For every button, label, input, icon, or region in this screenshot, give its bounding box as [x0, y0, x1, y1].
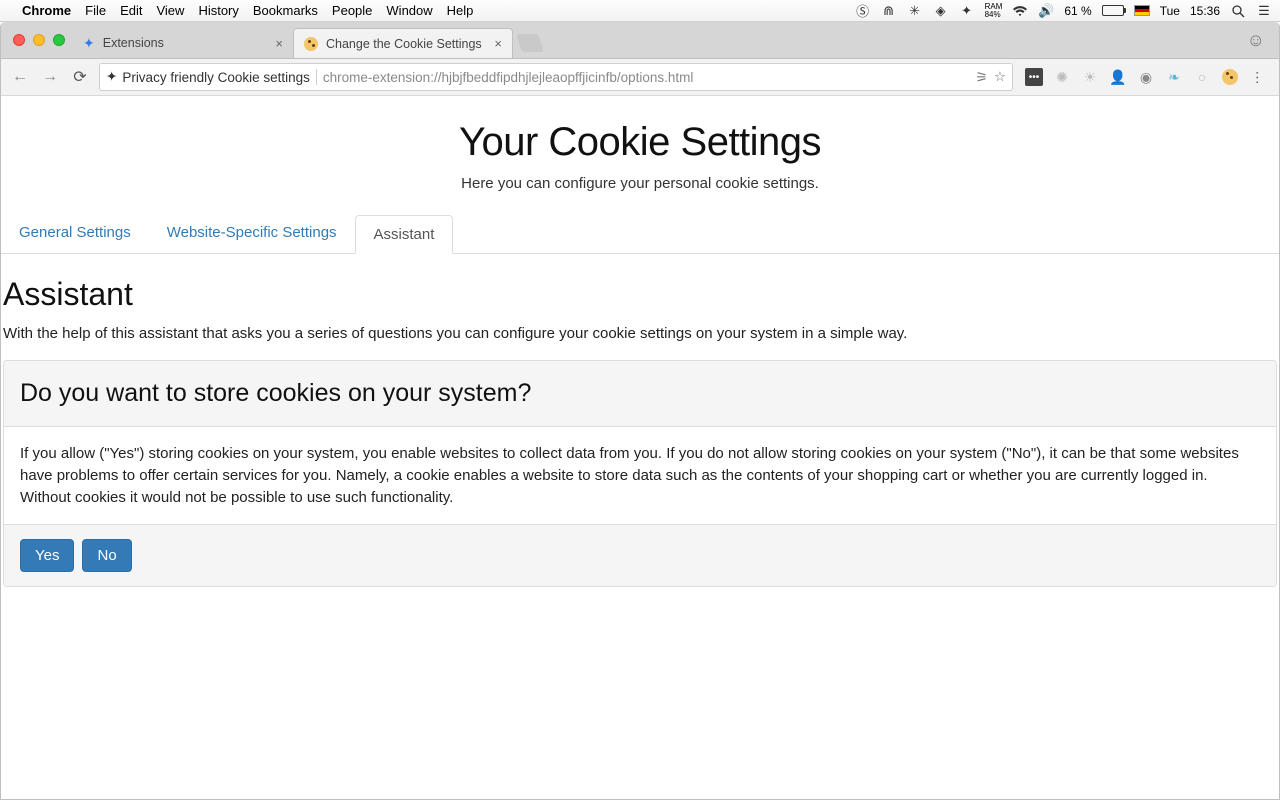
chrome-menu-button[interactable]: ⋯ — [1249, 68, 1267, 86]
yes-button[interactable]: Yes — [20, 539, 74, 572]
wifi-icon[interactable] — [1012, 3, 1028, 19]
skype-icon[interactable]: Ⓢ — [855, 3, 871, 19]
cookie-icon — [304, 37, 318, 51]
tab-close-button[interactable]: × — [494, 36, 502, 51]
ext-cookie-icon[interactable] — [1221, 68, 1239, 86]
tab-close-button[interactable]: × — [275, 36, 283, 51]
new-tab-button[interactable] — [516, 34, 544, 52]
wifi-signal-icon[interactable]: ◈ — [933, 3, 949, 19]
notification-center-icon[interactable]: ☰ — [1256, 3, 1272, 19]
extension-icons: ••• ✺ ☀ 👤 ◉ ❧ ○ ⋯ — [1021, 68, 1271, 86]
spotlight-icon[interactable] — [1230, 3, 1246, 19]
tab-title: Change the Cookie Settings — [326, 37, 482, 51]
window-zoom-button[interactable] — [53, 34, 65, 46]
page-subtitle: Here you can configure your personal coo… — [1, 175, 1279, 192]
clock-day[interactable]: Tue — [1160, 4, 1180, 18]
no-button[interactable]: No — [82, 539, 131, 572]
chrome-window: ✦ Extensions × Change the Cookie Settings… — [0, 22, 1280, 800]
reload-button[interactable]: ⟳ — [69, 66, 91, 88]
ext-circle-icon[interactable]: ○ — [1193, 68, 1211, 86]
ext-globe-icon[interactable]: ◉ — [1137, 68, 1155, 86]
menu-window[interactable]: Window — [386, 3, 432, 18]
tab-assistant[interactable]: Assistant — [355, 215, 454, 254]
extension-puzzle-icon: ✦ — [106, 69, 117, 85]
section-lead-text: With the help of this assistant that ask… — [3, 325, 1277, 342]
menu-people[interactable]: People — [332, 3, 372, 18]
page-title: Your Cookie Settings — [1, 120, 1279, 165]
forward-button[interactable]: → — [39, 66, 61, 88]
headphones-icon[interactable]: ⋒ — [881, 3, 897, 19]
browser-tab-cookie-settings[interactable]: Change the Cookie Settings × — [293, 28, 513, 58]
browser-toolbar: ← → ⟳ ✦ Privacy friendly Cookie settings… — [1, 58, 1279, 96]
section-heading: Assistant — [3, 276, 1279, 313]
panel-body-text: If you allow ("Yes") storing cookies on … — [4, 427, 1276, 524]
menu-help[interactable]: Help — [447, 3, 474, 18]
panel-footer: Yes No — [4, 524, 1276, 586]
translate-icon[interactable]: ⚞ — [975, 69, 988, 86]
menu-edit[interactable]: Edit — [120, 3, 142, 18]
ext-grid-icon[interactable]: ••• — [1025, 68, 1043, 86]
ext-leaf-icon[interactable]: ❧ — [1165, 68, 1183, 86]
page-content: Your Cookie Settings Here you can config… — [1, 120, 1279, 587]
puzzle-icon: ✦ — [83, 35, 95, 52]
avast-icon[interactable]: ✳ — [907, 3, 923, 19]
evernote-icon[interactable]: ✦ — [959, 3, 975, 19]
window-minimize-button[interactable] — [33, 34, 45, 46]
menu-bookmarks[interactable]: Bookmarks — [253, 3, 318, 18]
address-bar[interactable]: ✦ Privacy friendly Cookie settings chrom… — [99, 63, 1013, 91]
site-identity-label: Privacy friendly Cookie settings — [122, 70, 310, 85]
profile-avatar-button[interactable]: ☺ — [1247, 30, 1265, 51]
url-text: chrome-extension://hjbjfbeddfipdhjlejlea… — [323, 70, 693, 85]
menu-view[interactable]: View — [156, 3, 184, 18]
ext-person-icon[interactable]: 👤 — [1109, 68, 1127, 86]
volume-icon[interactable]: 🔊 — [1038, 3, 1054, 19]
window-close-button[interactable] — [13, 34, 25, 46]
app-menu[interactable]: Chrome — [22, 3, 71, 18]
tab-general-settings[interactable]: General Settings — [1, 214, 149, 253]
battery-icon[interactable] — [1102, 5, 1124, 16]
macos-menubar: Chrome File Edit View History Bookmarks … — [0, 0, 1280, 22]
ext-bell-icon[interactable]: ✺ — [1053, 68, 1071, 86]
battery-percent: 61 % — [1064, 4, 1091, 18]
tab-strip: ✦ Extensions × Change the Cookie Settings… — [1, 22, 1279, 58]
input-source-flag-icon[interactable] — [1134, 5, 1150, 16]
assistant-panel: Do you want to store cookies on your sys… — [3, 360, 1277, 587]
browser-tab-extensions[interactable]: ✦ Extensions × — [73, 28, 293, 58]
ram-monitor[interactable]: RAM84% — [985, 3, 1003, 19]
ext-sun-icon[interactable]: ☀ — [1081, 68, 1099, 86]
clock-time[interactable]: 15:36 — [1190, 4, 1220, 18]
tab-title: Extensions — [103, 36, 164, 50]
back-button[interactable]: ← — [9, 66, 31, 88]
window-controls — [7, 34, 73, 58]
bookmark-star-icon[interactable]: ☆ — [994, 69, 1006, 85]
tab-website-specific-settings[interactable]: Website-Specific Settings — [149, 214, 355, 253]
menu-history[interactable]: History — [198, 3, 238, 18]
menu-file[interactable]: File — [85, 3, 106, 18]
settings-tabs: General Settings Website-Specific Settin… — [1, 214, 1279, 254]
panel-question: Do you want to store cookies on your sys… — [4, 361, 1276, 427]
